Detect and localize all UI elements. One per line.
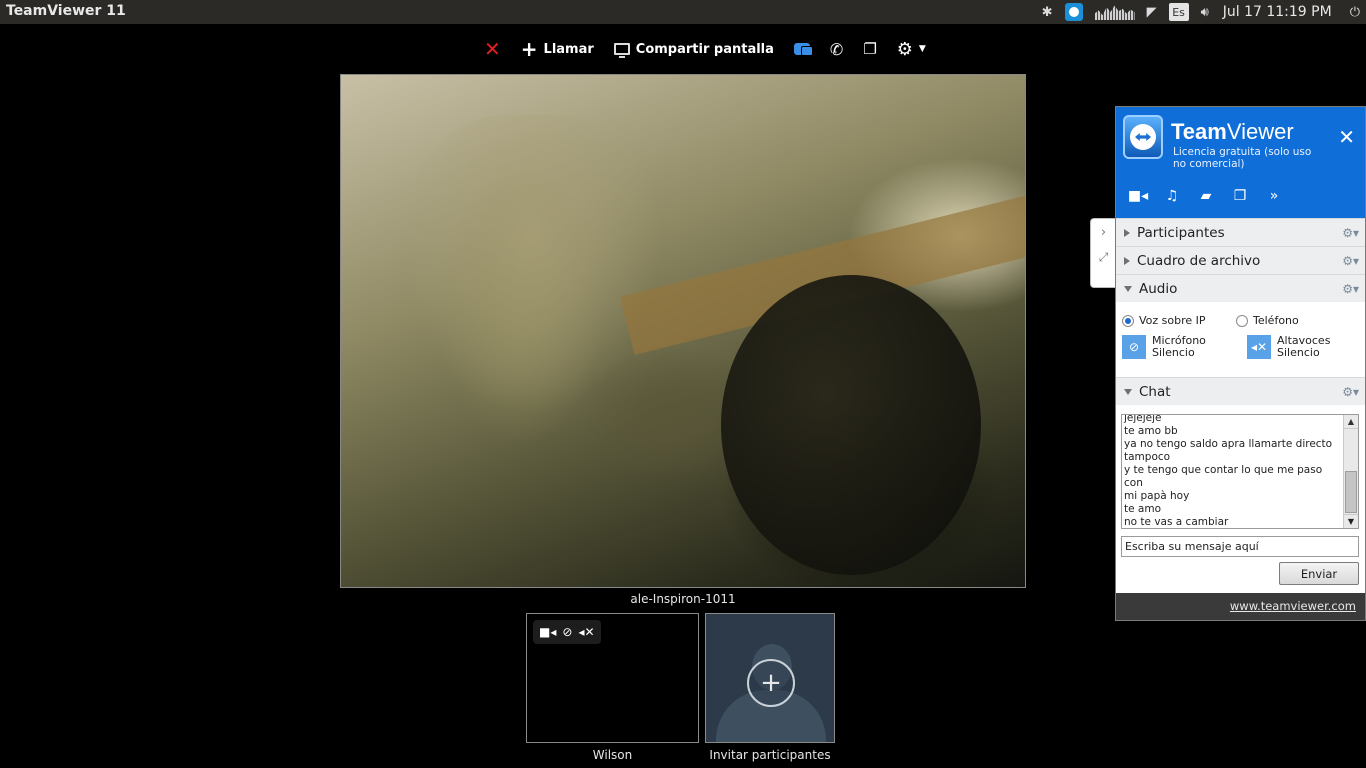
phone-button[interactable]: ✆ <box>820 36 853 62</box>
invite-participants-tile[interactable]: + <box>705 613 835 743</box>
chat-message: ya no tengo saldo apra llamarte directo <box>1124 438 1333 450</box>
app-title: TeamViewer 11 <box>6 3 126 19</box>
gear-icon[interactable]: ⚙▾ <box>1342 385 1359 399</box>
gear-icon[interactable]: ⚙▾ <box>1342 226 1359 240</box>
invite-participants-label[interactable]: Invitar participantes <box>705 748 835 762</box>
share-screen-button[interactable]: Compartir pantalla <box>604 36 784 62</box>
speaker-muted-icon[interactable]: ◂✕ <box>578 625 594 639</box>
section-chat[interactable]: Chat ⚙▾ <box>1116 377 1365 405</box>
section-file-box[interactable]: Cuadro de archivo ⚙▾ <box>1116 246 1365 274</box>
teamviewer-logo-icon <box>1123 115 1163 159</box>
settings-button[interactable]: ⚙ ▼ <box>887 36 936 62</box>
phone-radio[interactable]: Teléfono <box>1236 314 1299 327</box>
power-icon[interactable]: ⏻ <box>1344 0 1366 24</box>
network-graph-icon[interactable] <box>1089 0 1141 24</box>
call-label: Llamar <box>543 41 594 57</box>
chat-icon <box>793 43 813 56</box>
microphone-muted-icon[interactable]: ⊘ <box>562 625 572 639</box>
brand-name: TeamViewer <box>1171 119 1294 144</box>
expand-arrow-icon <box>1124 256 1130 265</box>
chat-button[interactable] <box>784 36 820 62</box>
speaker-mute-toggle[interactable]: ◂✕ Altavoces Silencio <box>1247 335 1330 359</box>
panel-tools: ■◂ ♫ ▰ ❐ » <box>1128 187 1284 205</box>
system-tray: ✱ ◤ Es 🔊︎ Jul 17 11:19 PM ⏻ <box>1036 0 1366 24</box>
panel-header: TeamViewer Licencia gratuita (solo uso n… <box>1116 107 1365 218</box>
more-icon[interactable]: » <box>1264 187 1284 205</box>
remote-video-feed[interactable] <box>340 74 1026 588</box>
section-audio[interactable]: Audio ⚙▾ <box>1116 274 1365 302</box>
chat-message: no te vas a cambiar <box>1124 516 1229 528</box>
system-top-panel: TeamViewer 11 ✱ ◤ Es 🔊︎ Jul 17 11:19 PM … <box>0 0 1366 24</box>
end-session-button[interactable]: ✕ <box>474 36 511 62</box>
plus-icon: + <box>520 37 538 61</box>
bluetooth-icon[interactable]: ✱ <box>1036 0 1059 24</box>
phone-icon: ✆ <box>829 39 844 59</box>
microphone-muted-icon: ⊘ <box>1122 335 1146 359</box>
gear-icon: ⚙ <box>896 38 913 60</box>
files-button[interactable]: ❐ <box>853 36 886 62</box>
chat-message: mi papà hoy <box>1124 490 1190 502</box>
wifi-icon[interactable]: ◤ <box>1141 0 1163 24</box>
microphone-mute-toggle[interactable]: ⊘ Micrófono Silencio <box>1122 335 1206 359</box>
chat-message: te amo bb <box>1124 425 1178 437</box>
thumbnail-controls: ■◂ ⊘ ◂✕ <box>533 620 601 644</box>
expand-arrow-icon <box>1124 228 1130 237</box>
panel-side-tab: › ⤢ <box>1090 218 1116 288</box>
teamviewer-side-panel: TeamViewer Licencia gratuita (solo uso n… <box>1115 106 1366 621</box>
chat-message: tampoco <box>1124 451 1171 463</box>
files-icon: ❐ <box>863 40 877 58</box>
speaker-muted-icon: ◂✕ <box>1247 335 1271 359</box>
chevron-right-icon[interactable]: › <box>1091 225 1116 240</box>
meeting-toolbar: ✕ + Llamar Compartir pantalla ✆ ❐ ⚙ ▼ <box>474 36 936 62</box>
headset-icon[interactable]: ♫ <box>1162 187 1182 205</box>
gear-icon[interactable]: ⚙▾ <box>1342 254 1359 268</box>
self-video-thumbnail[interactable]: ■◂ ⊘ ◂✕ <box>526 613 699 743</box>
fullscreen-icon[interactable]: ⤢ <box>1091 250 1116 265</box>
scroll-up-icon[interactable]: ▲ <box>1344 415 1358 429</box>
keyboard-layout-indicator[interactable]: Es <box>1163 0 1195 24</box>
chat-body: jejejeje te amo bb ya no tengo saldo apra … <box>1116 405 1365 592</box>
video-camera-icon[interactable]: ■◂ <box>539 625 556 639</box>
chat-message-input[interactable]: Escriba su mensaje aquí <box>1121 536 1359 557</box>
video-camera-icon[interactable]: ■◂ <box>1128 187 1148 205</box>
collapse-arrow-icon <box>1124 285 1132 292</box>
call-button[interactable]: + Llamar <box>511 36 604 62</box>
chevron-down-icon: ▼ <box>918 44 926 54</box>
gear-icon[interactable]: ⚙▾ <box>1342 282 1359 296</box>
chat-message: y te tengo que contar lo que me paso con <box>1124 464 1323 489</box>
chat-scrollbar[interactable]: ▲ ▼ <box>1343 415 1358 528</box>
add-participant-icon[interactable]: + <box>747 659 795 707</box>
volume-icon[interactable]: 🔊︎ <box>1195 0 1215 24</box>
radio-selected-icon <box>1122 314 1134 327</box>
chat-log[interactable]: jejejeje te amo bb ya no tengo saldo apra … <box>1121 414 1359 529</box>
close-icon[interactable]: ✕ <box>1338 125 1355 149</box>
remote-participant-name: ale-Inspiron-1011 <box>630 592 736 606</box>
self-name-label: Wilson <box>592 748 633 762</box>
scroll-down-icon[interactable]: ▼ <box>1344 514 1358 528</box>
collapse-arrow-icon <box>1124 388 1132 395</box>
screen-share-icon <box>613 43 630 58</box>
panel-footer: www.teamviewer.com <box>1116 593 1365 620</box>
section-participants[interactable]: Participantes ⚙▾ <box>1116 218 1365 246</box>
radio-unselected-icon <box>1236 314 1248 327</box>
chat-message: te amo <box>1124 503 1162 515</box>
share-screen-label: Compartir pantalla <box>635 41 774 57</box>
chat-icon[interactable]: ▰ <box>1196 187 1216 205</box>
audio-body: Voz sobre IP Teléfono ⊘ Micrófono Silenci… <box>1116 302 1365 377</box>
chat-message: jejejeje <box>1124 414 1162 424</box>
voip-radio[interactable]: Voz sobre IP <box>1122 314 1206 327</box>
teamviewer-website-link[interactable]: www.teamviewer.com <box>1230 599 1356 613</box>
close-icon: ✕ <box>484 37 501 61</box>
clock[interactable]: Jul 17 11:19 PM <box>1215 4 1344 20</box>
license-text: Licencia gratuita (solo uso no comercial… <box>1173 146 1312 170</box>
teamviewer-tray-icon[interactable] <box>1059 0 1089 24</box>
send-button[interactable]: Enviar <box>1279 562 1359 585</box>
files-icon[interactable]: ❐ <box>1230 187 1250 205</box>
